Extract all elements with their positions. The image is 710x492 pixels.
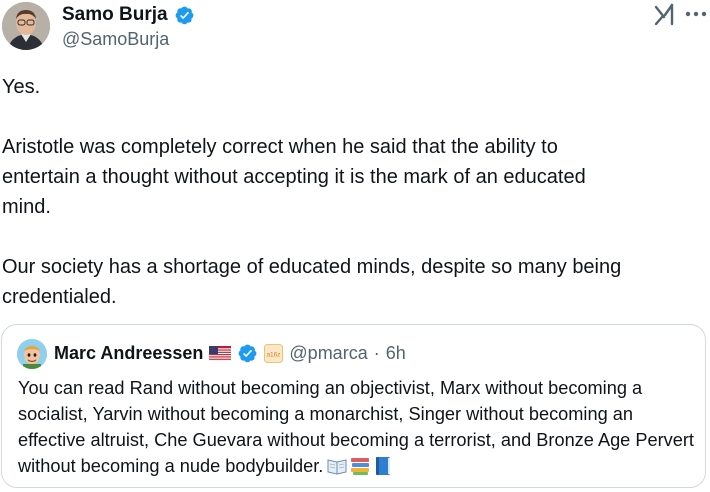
- author-name[interactable]: Samo Burja: [62, 4, 168, 26]
- books-icon: [351, 458, 370, 475]
- tweet-paragraph: Our society has a shortage of educated m…: [2, 256, 622, 308]
- us-flag-icon: [209, 346, 232, 361]
- more-options-icon[interactable]: [683, 3, 709, 25]
- quote-tweet-card[interactable]: Marc Andreessen a16z @pmarca · 6h You ca…: [1, 324, 706, 488]
- quote-author-name[interactable]: Marc Andreessen: [54, 343, 203, 364]
- quote-author-avatar[interactable]: [17, 339, 47, 369]
- open-book-icon: [327, 459, 347, 475]
- quote-separator: ·: [373, 343, 380, 363]
- tweet-paragraph: Aristotle was completely correct when he…: [2, 136, 586, 218]
- tweet-text: Yes. Aristotle was completely correct wh…: [2, 72, 692, 312]
- quote-timestamp[interactable]: 6h: [386, 343, 406, 364]
- blue-book-icon: [376, 457, 391, 475]
- quote-author-handle[interactable]: @pmarca: [289, 343, 367, 364]
- quote-verified-badge-icon: [239, 344, 257, 363]
- verified-badge-icon: [175, 6, 194, 24]
- author-name-row[interactable]: Samo Burja: [62, 4, 195, 26]
- grok-icon[interactable]: [652, 2, 678, 28]
- affiliate-badge-icon[interactable]: a16z: [264, 344, 284, 363]
- author-handle[interactable]: @SamoBurja: [62, 29, 169, 50]
- quote-header: Marc Andreessen a16z @pmarca · 6h: [54, 343, 406, 364]
- author-avatar[interactable]: [2, 2, 50, 50]
- quote-text: You can read Rand without becoming an ob…: [18, 375, 703, 479]
- emoji-row: [327, 456, 393, 476]
- tweet-paragraph: Yes.: [2, 76, 41, 98]
- affiliate-badge-label: a16z: [267, 352, 281, 359]
